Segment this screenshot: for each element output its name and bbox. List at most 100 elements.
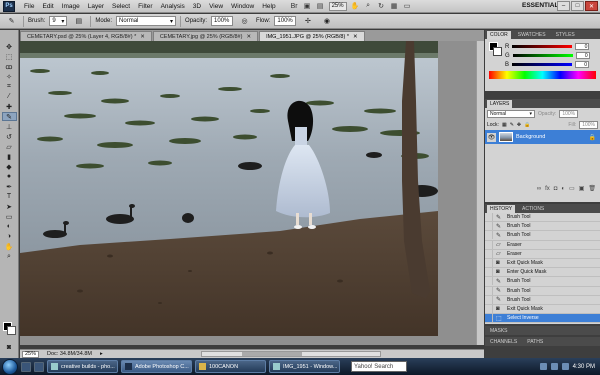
tab-paths[interactable]: PATHS: [524, 338, 546, 346]
history-brush-source-box[interactable]: [485, 222, 493, 231]
shape-tool-icon[interactable]: ▭: [2, 212, 17, 221]
taskbar-item-photoshop[interactable]: Adobe Photoshop C...: [121, 360, 192, 373]
brush-panel-toggle-icon[interactable]: ▤: [71, 17, 86, 26]
green-slider-track[interactable]: [512, 54, 573, 57]
mode-select[interactable]: Normal ▾: [116, 16, 177, 26]
menu-file[interactable]: File: [20, 3, 38, 10]
history-item[interactable]: ✎ Brush Tool: [485, 213, 600, 223]
tab-actions[interactable]: ACTIONS: [519, 205, 547, 213]
eye-icon[interactable]: 👁: [487, 132, 496, 142]
history-brush-source-box[interactable]: [485, 213, 493, 222]
arrange-documents-icon[interactable]: ▦: [390, 2, 399, 11]
lock-all-icon[interactable]: 🔒: [524, 122, 530, 128]
history-brush-source-box[interactable]: [485, 286, 493, 295]
lock-image-icon[interactable]: ✎: [510, 122, 514, 128]
history-item[interactable]: ⬚ Select Inverse: [485, 314, 600, 324]
history-brush-source-box[interactable]: [485, 249, 493, 258]
tab-layers[interactable]: LAYERS: [487, 99, 513, 108]
blue-slider-track[interactable]: [512, 63, 573, 66]
maximize-icon[interactable]: □: [571, 1, 584, 11]
new-group-icon[interactable]: ▭: [569, 185, 575, 192]
history-brush-source-box[interactable]: [485, 277, 493, 286]
history-item[interactable]: ▱ Eraser: [485, 249, 600, 259]
mini-bridge-icon[interactable]: ▣: [303, 2, 312, 11]
menu-analysis[interactable]: Analysis: [157, 3, 189, 10]
tab-channels[interactable]: CHANNELS: [487, 338, 520, 346]
tab-color[interactable]: COLOR: [487, 30, 511, 39]
gradient-tool-icon[interactable]: ▮: [2, 152, 17, 161]
brush-size-picker[interactable]: 9 ▾: [49, 16, 68, 26]
tab-swatches[interactable]: SWATCHES: [515, 31, 549, 39]
history-brush-source-box[interactable]: [485, 314, 493, 323]
close-icon[interactable]: ✕: [353, 34, 358, 40]
history-item[interactable]: ▱ Eraser: [485, 240, 600, 250]
tab-styles[interactable]: STYLES: [553, 31, 578, 39]
start-button[interactable]: [2, 358, 18, 375]
network-icon[interactable]: [539, 363, 547, 370]
tab-cemetary-jpg[interactable]: CEMETARY.jpg @ 25% (RGB/8#) ✕: [152, 31, 259, 41]
zoom-tool-icon[interactable]: ⌕: [2, 252, 17, 261]
airbrush-icon[interactable]: ✢: [300, 17, 315, 26]
clone-stamp-tool-icon[interactable]: ⊥: [2, 122, 17, 131]
color-spectrum-ramp[interactable]: [489, 71, 596, 79]
color-slider-g[interactable]: G 0: [485, 51, 600, 60]
taskbar-item-photo-viewer[interactable]: IMG_1951 - Window...: [269, 360, 340, 373]
scrollbar-thumb[interactable]: [241, 352, 302, 356]
close-icon[interactable]: ✕: [140, 34, 145, 40]
menu-3d[interactable]: 3D: [189, 3, 205, 10]
bridge-icon[interactable]: Br: [290, 2, 299, 11]
lasso-tool-icon[interactable]: ꝏ: [2, 62, 17, 71]
history-item[interactable]: ✎ Brush Tool: [485, 222, 600, 232]
tab-history[interactable]: HISTORY: [487, 204, 516, 213]
history-item[interactable]: ◙ Enter Quick Mask: [485, 268, 600, 278]
brush-tool-icon[interactable]: ✎: [1, 112, 17, 121]
history-item[interactable]: ✎ Brush Tool: [485, 286, 600, 296]
eraser-tool-icon[interactable]: ▱: [2, 142, 17, 151]
color-slider-r[interactable]: R 0: [485, 42, 600, 51]
history-brush-source-box[interactable]: [485, 295, 493, 304]
history-item[interactable]: ✎ Brush Tool: [485, 277, 600, 287]
new-layer-icon[interactable]: ▣: [579, 185, 585, 192]
add-mask-icon[interactable]: ◘: [554, 186, 558, 192]
hand-tool-icon[interactable]: ✋: [2, 242, 17, 251]
layer-row-background[interactable]: 👁 Background 🔒: [485, 130, 600, 144]
blue-value[interactable]: 0: [575, 61, 590, 68]
screen-mode-icon[interactable]: ▭: [403, 2, 412, 11]
adjustment-layer-icon[interactable]: ◐: [561, 186, 565, 192]
taskbar-item-browser[interactable]: creative builds - pho...: [47, 360, 118, 373]
pressure-opacity-icon[interactable]: ◎: [237, 17, 252, 26]
3d-orbit-tool-icon[interactable]: ◑: [2, 232, 17, 241]
pen-tool-icon[interactable]: ✒: [2, 182, 17, 191]
red-value[interactable]: 0: [575, 43, 590, 50]
minimize-icon[interactable]: –: [557, 1, 570, 11]
marquee-tool-icon[interactable]: ⬚: [2, 52, 17, 61]
menu-help[interactable]: Help: [258, 3, 279, 10]
blend-mode-select[interactable]: Normal ▾: [487, 109, 535, 118]
layer-opacity-field[interactable]: 100%: [559, 109, 579, 118]
3d-rotate-tool-icon[interactable]: ◐: [2, 222, 17, 231]
trash-icon[interactable]: 🗑: [588, 185, 596, 192]
volume-icon[interactable]: [550, 363, 558, 370]
menu-window[interactable]: Window: [227, 3, 258, 10]
history-item[interactable]: ◙ Exit Quick Mask: [485, 304, 600, 315]
history-brush-source-box[interactable]: [485, 240, 493, 249]
show-desktop-icon[interactable]: [21, 361, 31, 372]
zoom-level-select[interactable]: 25%: [328, 1, 347, 11]
zoom-tool-icon[interactable]: ⌕: [364, 2, 373, 11]
link-layers-icon[interactable]: ∞: [537, 186, 541, 192]
view-extras-icon[interactable]: ▤: [316, 2, 325, 11]
path-selection-tool-icon[interactable]: ➤: [2, 202, 17, 211]
yahoo-search-box[interactable]: Yahoo! Search: [351, 361, 407, 372]
menu-filter[interactable]: Filter: [134, 3, 156, 10]
history-item[interactable]: ✎ Brush Tool: [485, 231, 600, 241]
tab-cemetary-psd[interactable]: CEMETARY.psd @ 25% (Layer 4, RGB/8#) * ✕: [20, 31, 152, 41]
tab-img-1951[interactable]: IMG_1951.JPG @ 25% (RGB/8) * ✕: [259, 31, 365, 41]
vertical-scrollbar[interactable]: [476, 41, 484, 345]
menu-image[interactable]: Image: [58, 3, 84, 10]
type-tool-icon[interactable]: T: [2, 192, 17, 201]
document-canvas-image[interactable]: [20, 41, 438, 336]
close-icon[interactable]: ✕: [246, 34, 251, 40]
eyedropper-tool-icon[interactable]: ⁄: [2, 92, 17, 101]
healing-brush-tool-icon[interactable]: ✚: [2, 102, 17, 111]
browser-quicklaunch-icon[interactable]: [34, 361, 44, 372]
